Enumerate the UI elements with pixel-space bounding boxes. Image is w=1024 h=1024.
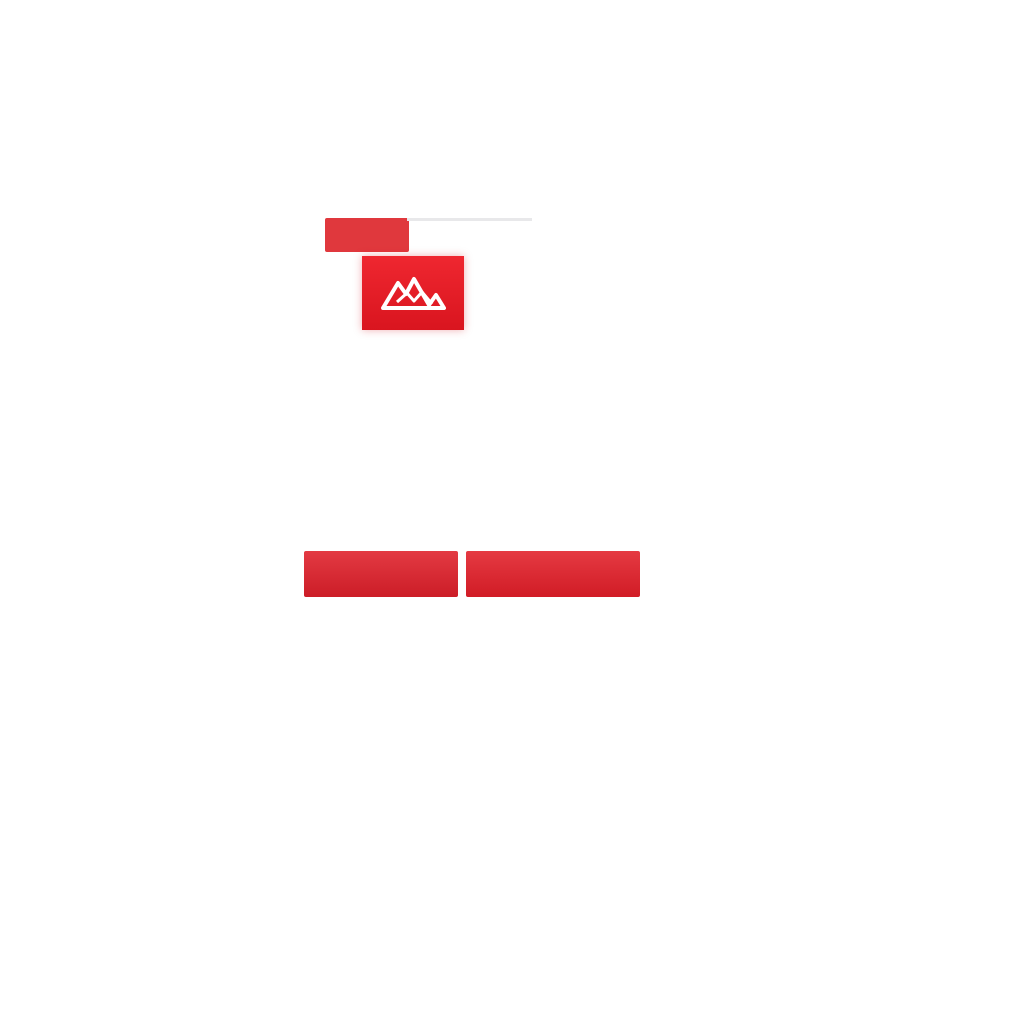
brand-divider xyxy=(407,218,532,221)
primary-action-button[interactable] xyxy=(304,551,458,597)
description-paragraph xyxy=(244,486,622,540)
brand-mark xyxy=(325,218,409,252)
description-paragraph xyxy=(212,409,638,463)
action-buttons xyxy=(304,551,640,597)
secondary-action-button[interactable] xyxy=(466,551,640,597)
landing-page xyxy=(0,0,1024,1024)
meta-secondary xyxy=(484,357,606,377)
footer-link[interactable] xyxy=(345,654,429,670)
meta-primary xyxy=(356,357,464,377)
brand-strip xyxy=(325,218,535,252)
mountain-logo-icon xyxy=(381,277,446,310)
brand-logo xyxy=(362,256,464,330)
footer-small-text xyxy=(380,681,424,695)
